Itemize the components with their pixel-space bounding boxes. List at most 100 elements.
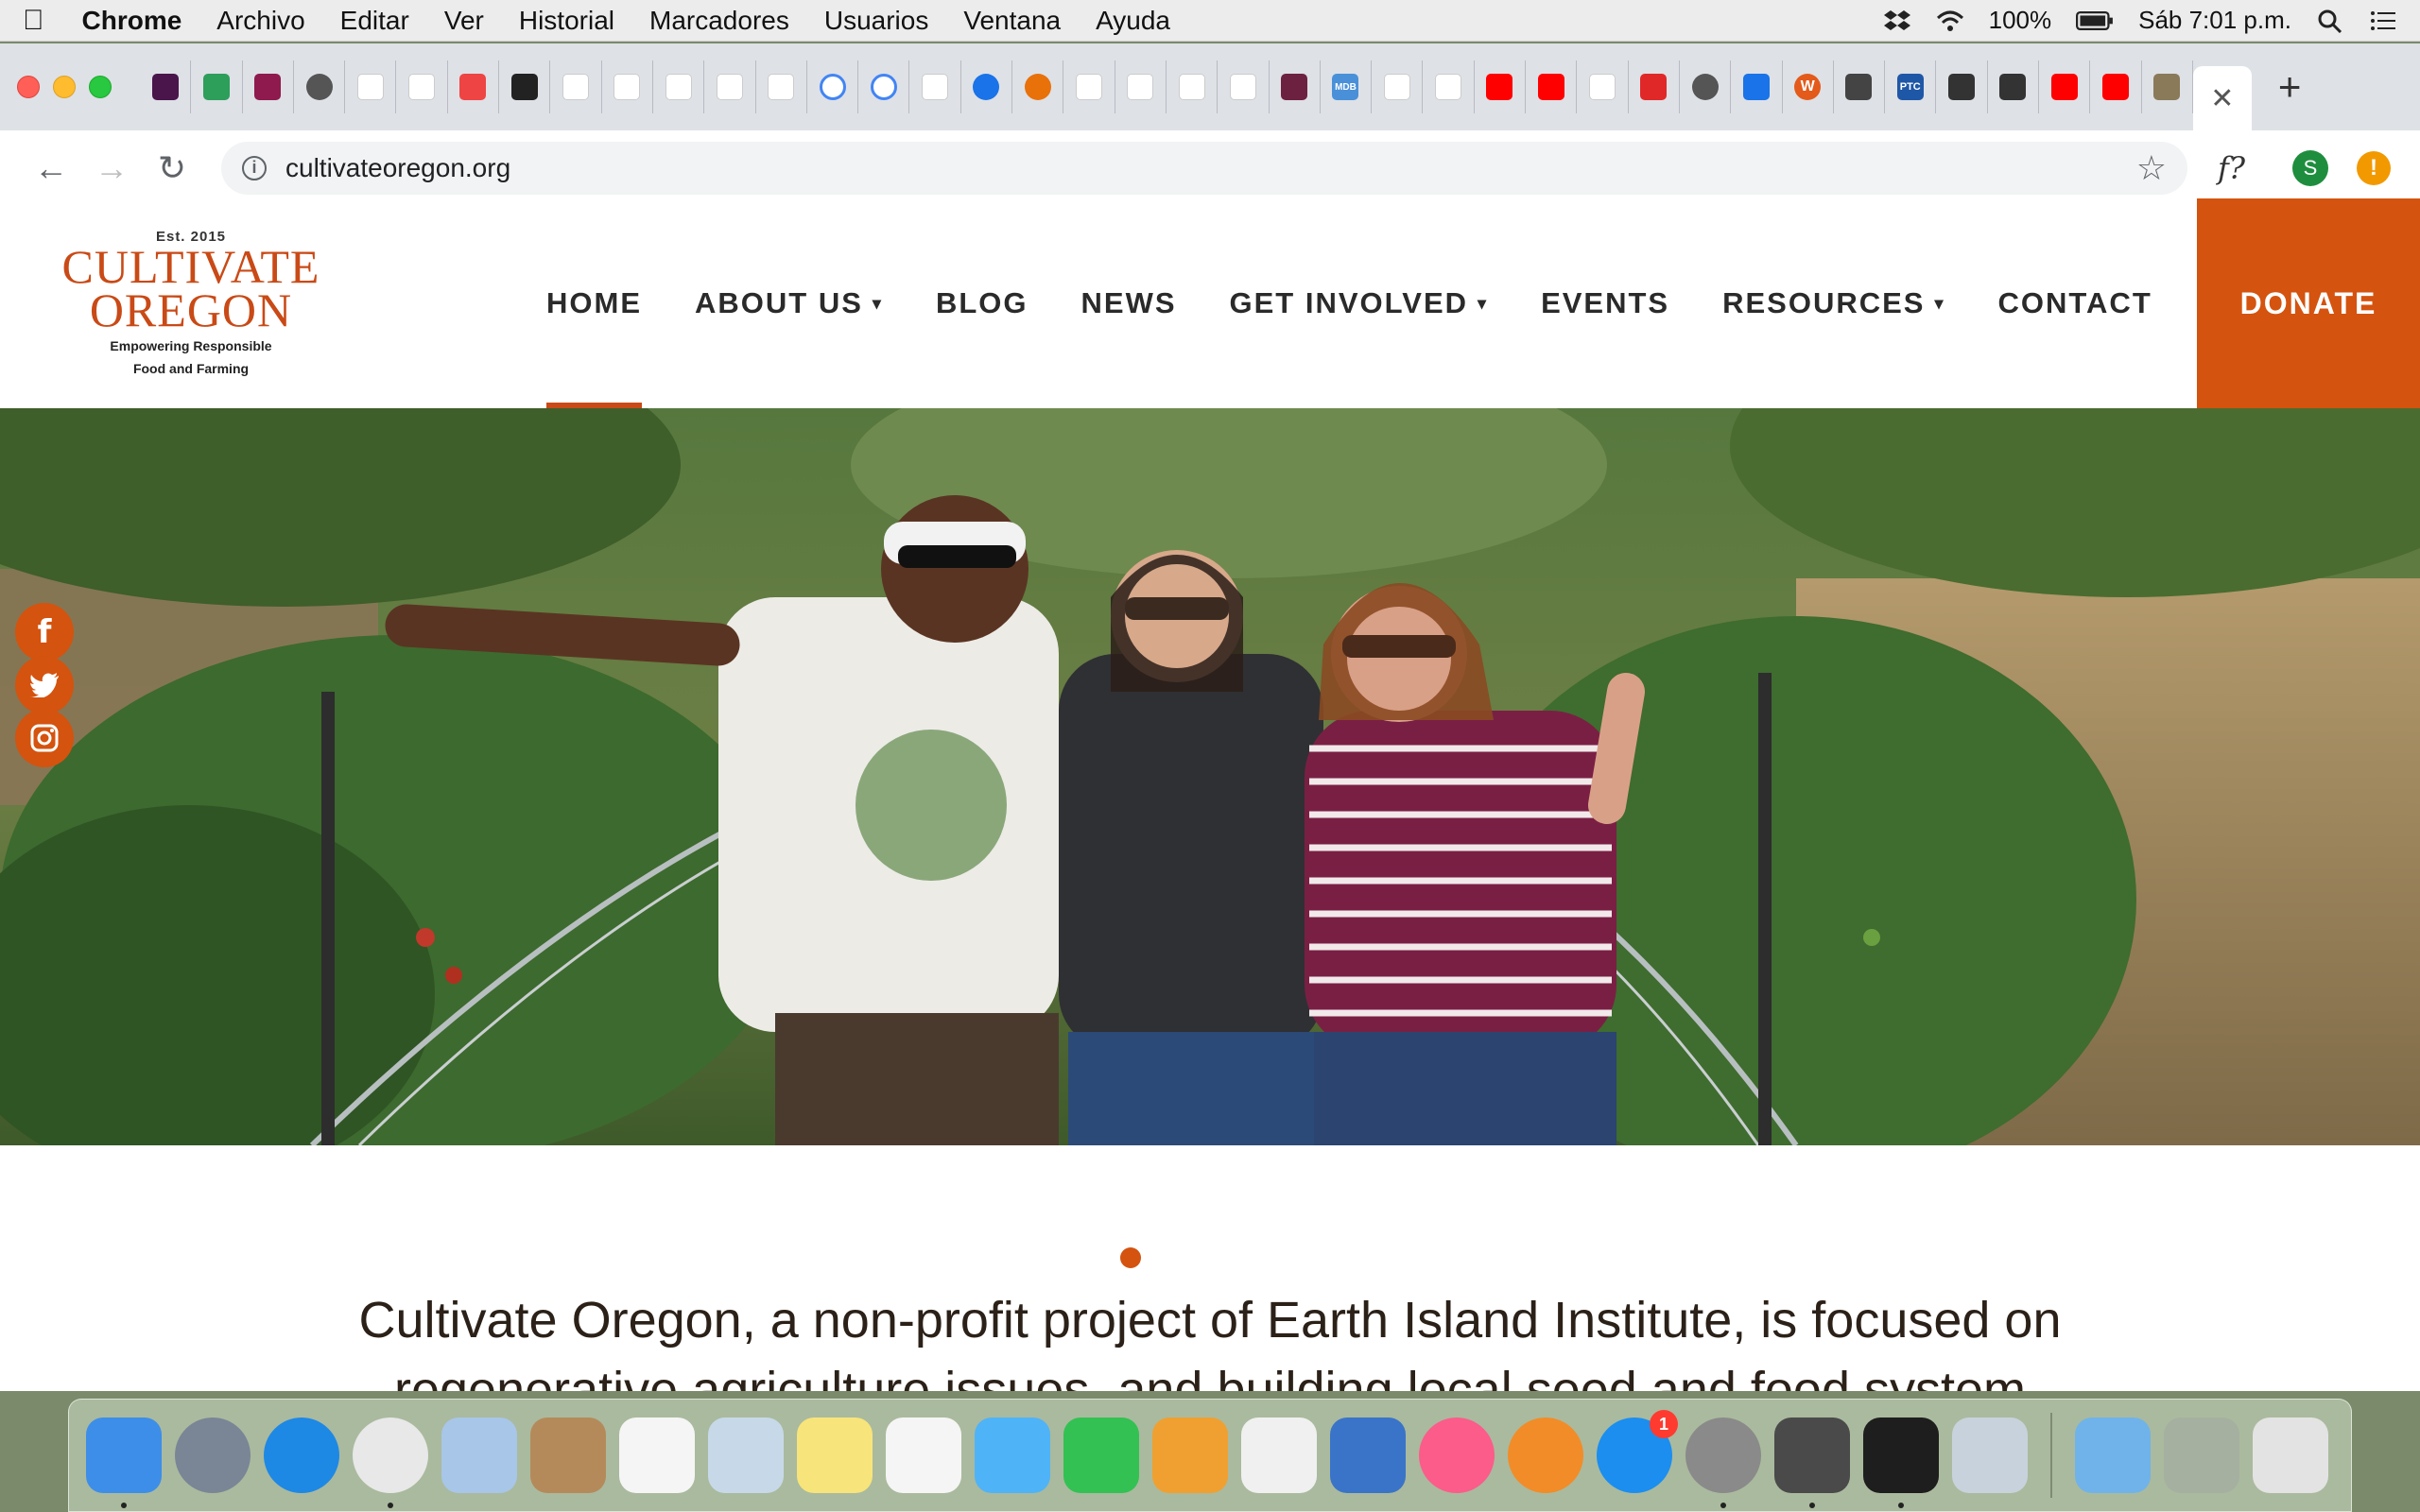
- itunes-icon[interactable]: [1419, 1418, 1495, 1493]
- nav-blog[interactable]: BLOG: [936, 198, 1028, 408]
- finder-icon[interactable]: [86, 1418, 162, 1508]
- browser-tab[interactable]: [1936, 60, 1988, 113]
- new-tab-button[interactable]: +: [2278, 64, 2302, 110]
- browser-tab[interactable]: [2090, 60, 2142, 113]
- browser-tab[interactable]: [756, 60, 807, 113]
- address-bar[interactable]: i cultivateoregon.org ☆: [221, 141, 2187, 195]
- browser-tab[interactable]: [704, 60, 756, 113]
- browser-tab[interactable]: [191, 60, 243, 113]
- site-info-icon[interactable]: i: [242, 155, 267, 180]
- menu-historial[interactable]: Historial: [519, 6, 614, 36]
- keynote-icon[interactable]: [1330, 1418, 1406, 1493]
- close-window-button[interactable]: [17, 76, 40, 98]
- menu-clock[interactable]: Sáb 7:01 p.m.: [2138, 6, 2291, 35]
- facebook-icon[interactable]: f: [15, 603, 74, 662]
- image-capture-icon[interactable]: [1952, 1418, 2028, 1493]
- browser-tab[interactable]: [1680, 60, 1732, 113]
- reminders-icon[interactable]: [619, 1418, 695, 1493]
- browser-tab[interactable]: [140, 60, 192, 113]
- browser-tab[interactable]: [1012, 60, 1064, 113]
- browser-tab[interactable]: [1988, 60, 2039, 113]
- extension-fonts-icon[interactable]: f?: [2218, 150, 2245, 186]
- browser-tab[interactable]: [1372, 60, 1424, 113]
- browser-tab[interactable]: [396, 60, 448, 113]
- browser-tab[interactable]: W: [1783, 60, 1834, 113]
- browser-tab[interactable]: [909, 60, 961, 113]
- update-alert-icon[interactable]: !: [2357, 150, 2391, 185]
- safari-icon[interactable]: [264, 1418, 339, 1493]
- photos-icon[interactable]: [886, 1418, 961, 1493]
- nav-resources[interactable]: RESOURCES ▾: [1722, 198, 1945, 408]
- menu-app-name[interactable]: Chrome: [82, 6, 182, 36]
- browser-tab[interactable]: [499, 60, 551, 113]
- nav-news[interactable]: NEWS: [1081, 198, 1177, 408]
- dropbox-icon[interactable]: [1883, 9, 1911, 33]
- profile-avatar[interactable]: S: [2292, 149, 2328, 186]
- appstore-icon[interactable]: 1: [1597, 1410, 1678, 1493]
- trash-icon[interactable]: [2253, 1418, 2328, 1493]
- browser-tab[interactable]: [1423, 60, 1475, 113]
- donate-button[interactable]: DONATE: [2197, 198, 2420, 408]
- browser-tab[interactable]: [1167, 60, 1219, 113]
- browser-tab[interactable]: [2039, 60, 2091, 113]
- browser-tab[interactable]: [961, 60, 1013, 113]
- browser-tab[interactable]: [448, 60, 500, 113]
- nav-get-involved[interactable]: GET INVOLVED ▾: [1230, 198, 1489, 408]
- slider-dot[interactable]: [1194, 1247, 1215, 1268]
- ibooks-icon[interactable]: [1508, 1418, 1583, 1493]
- close-tab-icon[interactable]: ✕: [2210, 82, 2234, 115]
- instagram-icon[interactable]: [15, 709, 74, 767]
- contacts-icon[interactable]: [530, 1418, 606, 1493]
- numbers-icon[interactable]: [1241, 1418, 1317, 1493]
- menu-usuarios[interactable]: Usuarios: [824, 6, 928, 36]
- system-preferences-icon[interactable]: [1685, 1418, 1761, 1508]
- forward-button[interactable]: →: [81, 148, 142, 188]
- notes-icon[interactable]: [797, 1418, 873, 1493]
- menu-ayuda[interactable]: Ayuda: [1096, 6, 1170, 36]
- slider-dot[interactable]: [1120, 1247, 1141, 1268]
- browser-tab[interactable]: [294, 60, 346, 113]
- spotlight-search-icon[interactable]: [2316, 9, 2344, 33]
- browser-tab[interactable]: [1270, 60, 1321, 113]
- bookmark-star-icon[interactable]: ☆: [2136, 148, 2167, 188]
- browser-tab[interactable]: [653, 60, 705, 113]
- apple-menu-icon[interactable]: : [23, 5, 44, 37]
- browser-tab[interactable]: MDB: [1321, 60, 1373, 113]
- downloads-folder-icon[interactable]: [2075, 1418, 2151, 1493]
- browser-tab[interactable]: [243, 60, 294, 113]
- browser-tab[interactable]: [858, 60, 910, 113]
- messages-icon[interactable]: [975, 1418, 1050, 1493]
- browser-tab[interactable]: [1577, 60, 1629, 113]
- browser-tab[interactable]: PTC: [1885, 60, 1937, 113]
- nav-contact[interactable]: CONTACT: [1998, 198, 2152, 408]
- tab-active[interactable]: ✕: [2192, 66, 2252, 130]
- launchpad-icon[interactable]: [175, 1418, 251, 1493]
- browser-tab[interactable]: [602, 60, 653, 113]
- menu-ver[interactable]: Ver: [444, 6, 484, 36]
- terminal-icon[interactable]: [1863, 1418, 1939, 1508]
- sublime-icon[interactable]: [1774, 1418, 1850, 1508]
- mail-icon[interactable]: [441, 1418, 517, 1493]
- back-button[interactable]: ←: [21, 148, 81, 188]
- browser-tab[interactable]: [1115, 60, 1167, 113]
- site-logo[interactable]: Est. 2015 CULTIVATE OREGON Empowering Re…: [59, 229, 323, 377]
- browser-tab[interactable]: [2142, 60, 2193, 113]
- menu-editar[interactable]: Editar: [340, 6, 409, 36]
- preview-icon[interactable]: [708, 1418, 784, 1493]
- zoom-window-button[interactable]: [89, 76, 112, 98]
- minimize-window-button[interactable]: [53, 76, 76, 98]
- nav-about-us[interactable]: ABOUT US ▾: [695, 198, 883, 408]
- browser-tab[interactable]: [1218, 60, 1270, 113]
- browser-tab[interactable]: [550, 60, 602, 113]
- notification-center-icon[interactable]: [2369, 9, 2397, 33]
- document-stack-icon[interactable]: [2164, 1418, 2239, 1493]
- url-text[interactable]: cultivateoregon.org: [285, 153, 510, 183]
- twitter-icon[interactable]: [15, 656, 74, 714]
- nav-events[interactable]: EVENTS: [1541, 198, 1669, 408]
- chrome-icon[interactable]: [353, 1418, 428, 1508]
- nav-home[interactable]: HOME: [546, 198, 642, 408]
- pages-icon[interactable]: [1152, 1418, 1228, 1493]
- battery-icon[interactable]: [2076, 9, 2114, 33]
- wifi-icon[interactable]: [1936, 9, 1964, 33]
- browser-tab[interactable]: [1526, 60, 1578, 113]
